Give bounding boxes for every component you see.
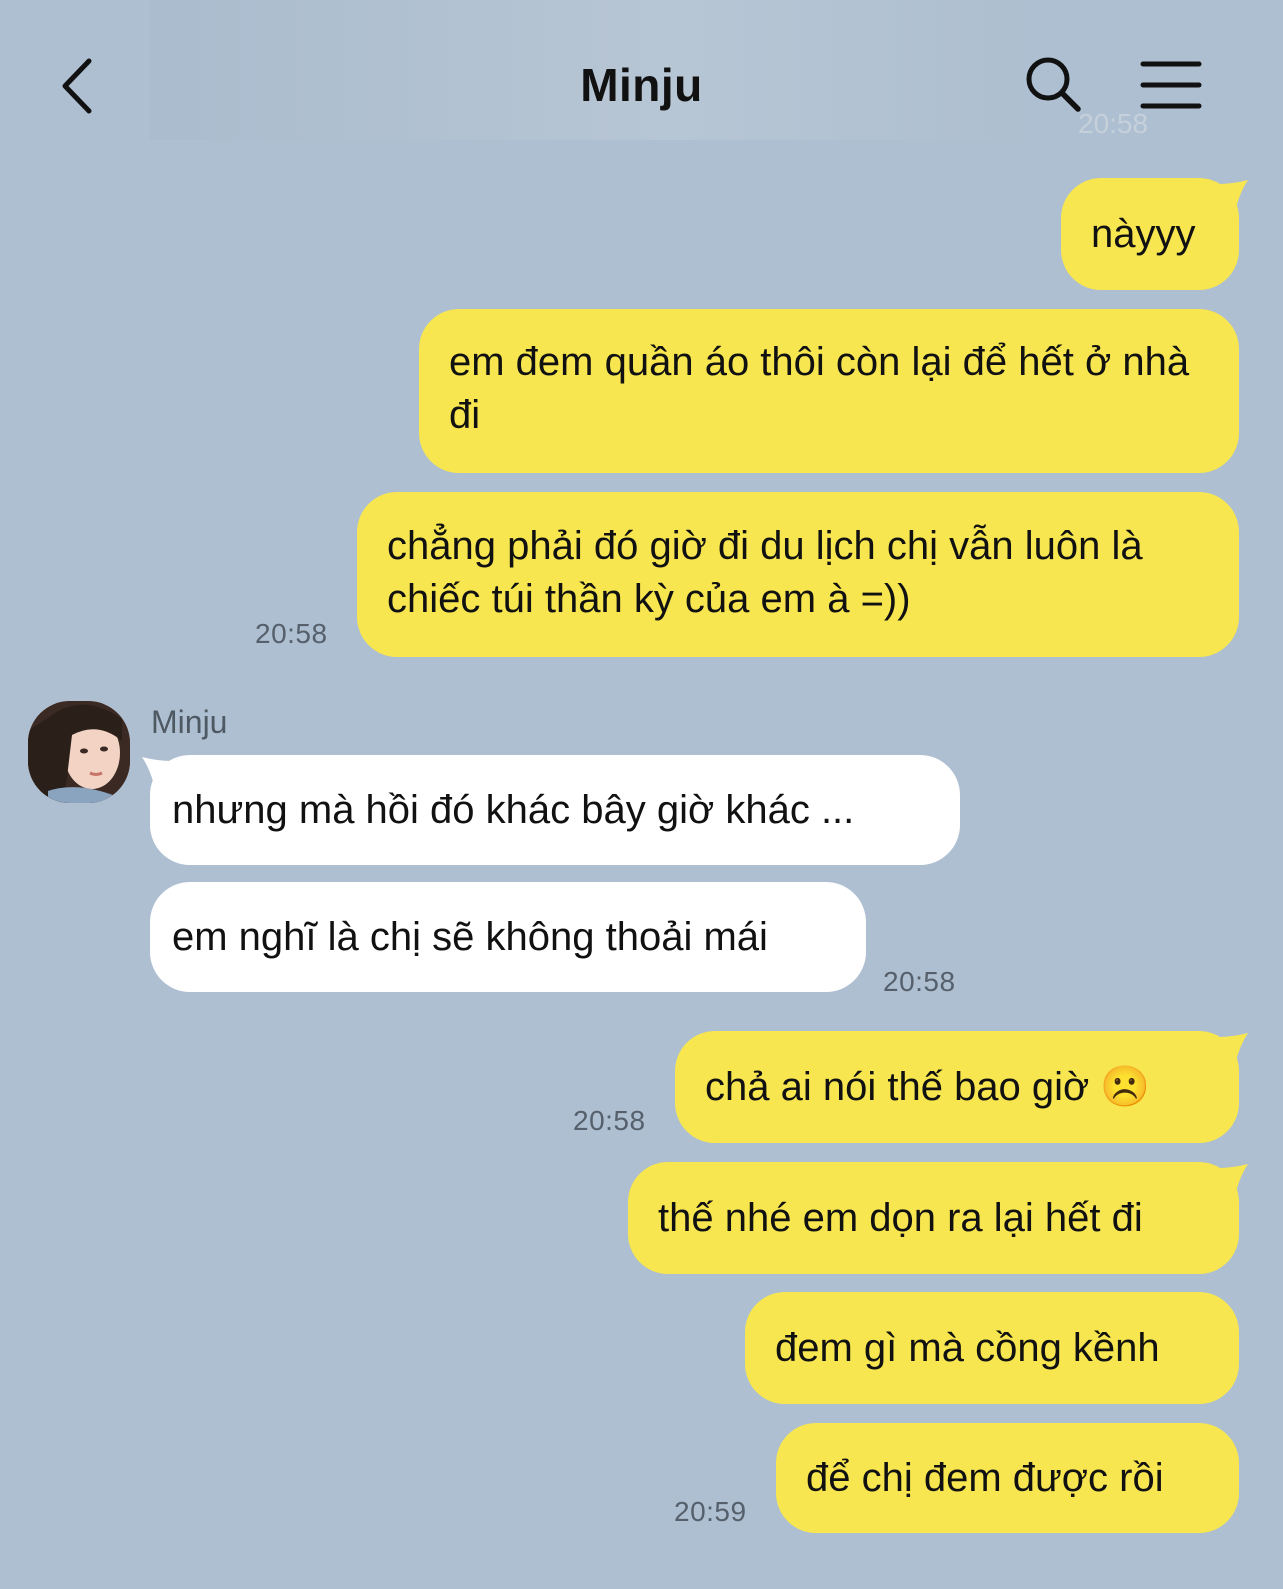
search-icon[interactable] (1024, 55, 1084, 115)
message-time: 20:58 (883, 966, 956, 997)
message-bubble-them[interactable]: em nghĩ là chị sẽ không thoải mái (150, 882, 866, 992)
chat-title: Minju (580, 59, 703, 111)
message-bubble-me[interactable]: thế nhé em dọn ra lại hết đi (628, 1162, 1239, 1274)
message-bubble-me[interactable]: nàyyy (1061, 178, 1239, 290)
message-time: 20:59 (674, 1496, 747, 1527)
sender-name: Minju (151, 704, 228, 740)
message-text: đem gì mà cồng kềnh (775, 1325, 1160, 1370)
message-text: nàyyy (1091, 211, 1196, 256)
message-bubble-me[interactable]: em đem quần áo thôi còn lại để hết ở nhà… (419, 309, 1239, 473)
message-text: chả ai nói thế bao giờ ☹️ (705, 1064, 1151, 1109)
message-text: để chị đem được rồi (806, 1455, 1164, 1500)
message-text: em đem quần áo thôi còn lại để hết ở nhà… (449, 340, 1190, 437)
message-text: thế nhé em dọn ra lại hết đi (658, 1195, 1143, 1240)
message-time: 20:58 (573, 1105, 646, 1136)
header-ghost-time: 20:58 (1078, 108, 1149, 139)
avatar[interactable] (28, 701, 130, 803)
message-text: nhưng mà hồi đó khác bây giờ khác ... (172, 787, 855, 832)
message-bubble-me[interactable]: chả ai nói thế bao giờ ☹️ (675, 1031, 1239, 1143)
message-bubble-me[interactable]: đem gì mà cồng kềnh (745, 1292, 1239, 1404)
message-text: chẳng phải đó giờ đi du lịch chị vẫn luô… (387, 523, 1143, 621)
bubble-tail (1218, 1164, 1248, 1192)
bubble-tail (1218, 1033, 1248, 1061)
bubble-tail (1218, 180, 1248, 208)
message-bubble-me[interactable]: để chị đem được rồi (776, 1423, 1239, 1533)
avatar-photo (28, 701, 130, 803)
message-time: 20:58 (255, 618, 328, 649)
message-bubble-them[interactable]: nhưng mà hồi đó khác bây giờ khác ... (150, 755, 960, 865)
message-text: em nghĩ là chị sẽ không thoải mái (172, 914, 768, 959)
menu-icon[interactable] (1140, 60, 1202, 110)
message-bubble-me[interactable]: chẳng phải đó giờ đi du lịch chị vẫn luô… (357, 492, 1239, 657)
